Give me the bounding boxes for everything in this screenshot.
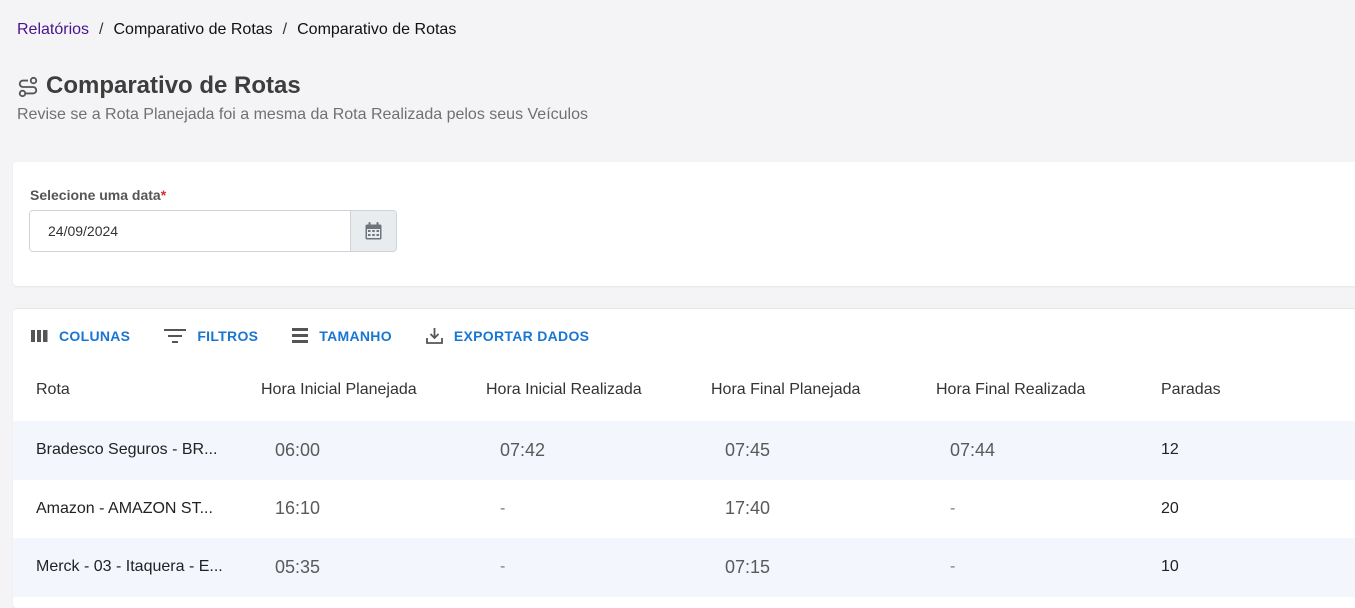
table-row[interactable]: Bradesco Seguros - BR... 06:00 07:42 07:… [13, 421, 1355, 480]
columns-icon [31, 329, 48, 342]
cell-hora-final-realizada: - [950, 558, 956, 576]
cell-hora-final-planejada: 07:15 [725, 556, 771, 577]
column-header-hora-final-planejada[interactable]: Hora Final Planejada [688, 381, 913, 399]
required-mark: * [160, 187, 167, 203]
cell-hora-inicial-realizada: 07:42 [500, 439, 546, 460]
export-label: EXPORTAR DADOS [453, 327, 590, 344]
cell-hora-final-realizada: 07:44 [950, 439, 996, 460]
date-input[interactable] [30, 211, 350, 251]
filter-icon [164, 328, 187, 343]
export-button[interactable]: EXPORTAR DADOS [425, 327, 590, 344]
date-picker [29, 210, 397, 252]
breadcrumb-current: Comparativo de Rotas [297, 21, 457, 38]
cell-hora-final-planejada: 07:45 [725, 439, 771, 460]
columns-label: COLUNAS [59, 327, 131, 344]
table-header: Rota Hora Inicial Planejada Hora Inicial… [13, 359, 1355, 421]
column-header-hora-inicial-planejada[interactable]: Hora Inicial Planejada [238, 381, 463, 399]
filters-button[interactable]: FILTROS [164, 328, 258, 344]
cell-rota: Bradesco Seguros - BR... [36, 441, 218, 459]
table-row[interactable]: Amazon - AMAZON ST... 16:10 - 17:40 - 20 [13, 480, 1355, 539]
column-header-hora-final-realizada[interactable]: Hora Final Realizada [913, 381, 1138, 399]
cell-hora-inicial-planejada: 05:35 [275, 556, 321, 577]
breadcrumb: Relatórios / Comparativo de Rotas / Comp… [17, 21, 456, 39]
cell-hora-inicial-realizada: - [500, 499, 506, 517]
cell-hora-final-realizada: - [950, 499, 956, 517]
table-row[interactable]: Merck - 03 - Itaquera - E... 05:35 - 07:… [13, 538, 1355, 597]
calendar-icon [365, 222, 382, 240]
cell-rota: Amazon - AMAZON ST... [36, 499, 213, 517]
grid-toolbar: COLUNAS FILTROS TAMANHO EXPORTAR DADOS [31, 327, 623, 344]
cell-hora-inicial-planejada: 16:10 [275, 498, 321, 519]
breadcrumb-separator: / [282, 21, 288, 38]
cell-paradas: 20 [1161, 499, 1179, 517]
cell-rota: Merck - 03 - Itaquera - E... [36, 558, 223, 576]
date-filter-card: Selecione uma data* [13, 162, 1355, 286]
column-header-paradas[interactable]: Paradas [1138, 381, 1355, 399]
density-button[interactable]: TAMANHO [292, 328, 392, 344]
density-label: TAMANHO [319, 327, 392, 344]
download-icon [425, 328, 443, 344]
breadcrumb-separator: / [99, 21, 104, 38]
page-header: Comparativo de Rotas Revise se a Rota Pl… [17, 72, 588, 124]
cell-hora-final-planejada: 17:40 [725, 498, 771, 519]
date-label: Selecione uma data* [30, 187, 166, 203]
filters-label: FILTROS [197, 327, 259, 344]
data-grid-card: COLUNAS FILTROS TAMANHO EXPORTAR DADOS R… [13, 308, 1355, 608]
columns-button[interactable]: COLUNAS [31, 328, 130, 344]
routes-table: Rota Hora Inicial Planejada Hora Inicial… [13, 359, 1355, 597]
calendar-button[interactable] [350, 211, 396, 251]
cell-hora-inicial-realizada: - [500, 558, 506, 576]
column-header-hora-inicial-realizada[interactable]: Hora Inicial Realizada [463, 381, 688, 399]
page-subtitle: Revise se a Rota Planejada foi a mesma d… [17, 106, 588, 123]
page-title: Comparativo de Rotas [46, 72, 301, 99]
breadcrumb-link-relatorios[interactable]: Relatórios [17, 21, 89, 39]
column-header-rota[interactable]: Rota [13, 381, 238, 399]
breadcrumb-item: Comparativo de Rotas [113, 21, 273, 38]
cell-paradas: 12 [1161, 441, 1179, 459]
date-label-text: Selecione uma data [30, 187, 161, 203]
density-icon [292, 328, 309, 343]
cell-hora-inicial-planejada: 06:00 [275, 439, 321, 460]
cell-paradas: 10 [1161, 558, 1179, 576]
route-icon [18, 76, 38, 98]
